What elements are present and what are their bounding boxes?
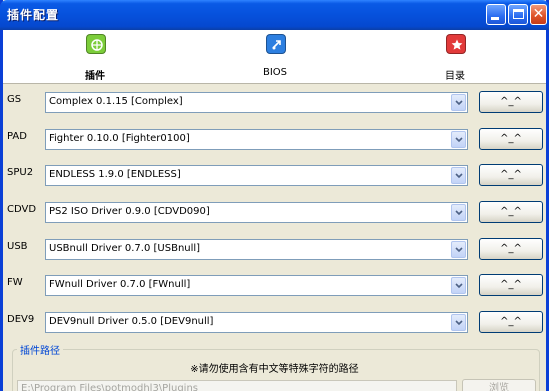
plugin-label: GS xyxy=(7,94,22,105)
chevron-down-icon[interactable] xyxy=(451,131,466,148)
plugin-path-title: 插件路径 xyxy=(17,342,63,357)
minimize-icon xyxy=(491,17,499,20)
pad-plugin-select[interactable]: Fighter 0.10.0 [Fighter0100] xyxy=(45,129,468,150)
maximize-icon xyxy=(513,9,524,19)
toolbar: 插件 BIOS 目录 xyxy=(3,30,546,84)
plugin-label: USB xyxy=(7,241,28,252)
close-button[interactable]: ✕ xyxy=(530,4,547,25)
plugin-row-usb: USB USBnull Driver 0.7.0 [USBnull] ^_^ xyxy=(3,237,546,261)
chevron-down-icon[interactable] xyxy=(451,241,466,258)
dev9-plugin-select[interactable]: DEV9null Driver 0.5.0 [DEV9null] xyxy=(45,312,468,333)
usb-plugin-select[interactable]: USBnull Driver 0.7.0 [USBnull] xyxy=(45,239,468,260)
browse-button[interactable]: 浏览 xyxy=(462,379,536,391)
tab-directories-label: 目录 xyxy=(445,71,465,82)
plugin-row-spu2: SPU2 ENDLESS 1.9.0 [ENDLESS] ^_^ xyxy=(3,163,546,187)
maximize-button[interactable] xyxy=(508,4,528,25)
plugin-row-cdvd: CDVD PS2 ISO Driver 0.9.0 [CDVD090] ^_^ xyxy=(3,200,546,224)
title-bar[interactable]: 插件配置 ✕ xyxy=(0,0,549,30)
path-warning: ※请勿使用含有中文等特殊字符的路径 xyxy=(190,364,359,375)
fw-configure-button[interactable]: ^_^ xyxy=(479,274,543,296)
plugin-label: CDVD xyxy=(7,204,37,215)
tab-bios-label: BIOS xyxy=(262,67,288,78)
tab-plugins[interactable]: 插件 xyxy=(55,32,135,84)
close-icon: ✕ xyxy=(532,6,545,22)
bios-chip-icon xyxy=(266,34,286,54)
plugin-path-value: E:\Program Files\potmodhl3\Plugins xyxy=(21,383,199,391)
pad-configure-button[interactable]: ^_^ xyxy=(479,128,543,150)
gs-configure-button[interactable]: ^_^ xyxy=(479,91,543,113)
plugin-label: FW xyxy=(7,277,23,288)
chevron-down-icon[interactable] xyxy=(451,277,466,294)
plugin-path-input[interactable]: E:\Program Files\potmodhl3\Plugins xyxy=(17,380,457,391)
chevron-down-icon[interactable] xyxy=(451,94,466,111)
window-title: 插件配置 xyxy=(7,8,60,22)
gs-plugin-value: Complex 0.1.15 [Complex] xyxy=(49,96,183,107)
plugin-row-gs: GS Complex 0.1.15 [Complex] ^_^ xyxy=(3,90,546,114)
spu2-plugin-select[interactable]: ENDLESS 1.9.0 [ENDLESS] xyxy=(45,165,468,186)
minimize-button[interactable] xyxy=(486,4,506,25)
chevron-down-icon[interactable] xyxy=(451,314,466,331)
chevron-down-icon[interactable] xyxy=(451,167,466,184)
spu2-plugin-value: ENDLESS 1.9.0 [ENDLESS] xyxy=(49,169,181,180)
chevron-down-icon[interactable] xyxy=(451,204,466,221)
spu2-configure-button[interactable]: ^_^ xyxy=(479,164,543,186)
fw-plugin-value: FWnull Driver 0.7.0 [FWnull] xyxy=(49,279,191,290)
plugin-row-fw: FW FWnull Driver 0.7.0 [FWnull] ^_^ xyxy=(3,273,546,297)
pad-plugin-value: Fighter 0.10.0 [Fighter0100] xyxy=(49,133,190,144)
cdvd-configure-button[interactable]: ^_^ xyxy=(479,201,543,223)
dev9-plugin-value: DEV9null Driver 0.5.0 [DEV9null] xyxy=(49,316,214,327)
tab-plugins-label: 插件 xyxy=(85,71,105,82)
dev9-configure-button[interactable]: ^_^ xyxy=(479,311,543,333)
plugin-row-pad: PAD Fighter 0.10.0 [Fighter0100] ^_^ xyxy=(3,127,546,151)
tab-bios[interactable]: BIOS xyxy=(235,32,315,84)
plugin-label: DEV9 xyxy=(7,314,35,325)
fw-plugin-select[interactable]: FWnull Driver 0.7.0 [FWnull] xyxy=(45,275,468,296)
usb-plugin-value: USBnull Driver 0.7.0 [USBnull] xyxy=(49,243,201,254)
plugin-label: SPU2 xyxy=(7,167,34,178)
plugin-label: PAD xyxy=(7,131,27,142)
plugin-row-dev9: DEV9 DEV9null Driver 0.5.0 [DEV9null] ^_… xyxy=(3,310,546,334)
gs-plugin-select[interactable]: Complex 0.1.15 [Complex] xyxy=(45,92,468,113)
cdvd-plugin-select[interactable]: PS2 ISO Driver 0.9.0 [CDVD090] xyxy=(45,202,468,223)
usb-configure-button[interactable]: ^_^ xyxy=(479,238,543,260)
puzzle-icon xyxy=(86,34,106,54)
cdvd-plugin-value: PS2 ISO Driver 0.9.0 [CDVD090] xyxy=(49,206,210,217)
tab-directories[interactable]: 目录 xyxy=(415,32,495,84)
star-icon xyxy=(446,34,466,54)
